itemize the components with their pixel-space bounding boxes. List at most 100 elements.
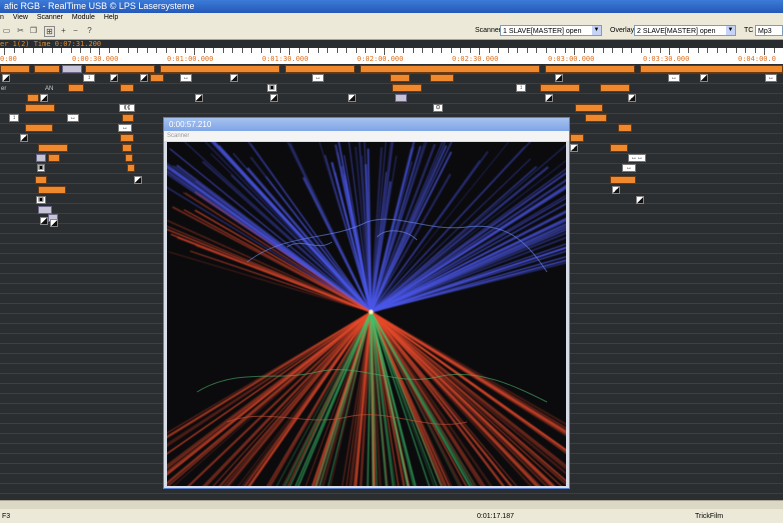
timeline-block[interactable]: ↔ [118, 124, 132, 132]
timeline-block[interactable] [150, 74, 164, 82]
transition-marker[interactable] [50, 219, 58, 227]
timeline-block[interactable]: ↔ [180, 74, 192, 82]
timeline-block[interactable] [575, 104, 603, 112]
transition-marker[interactable] [555, 74, 563, 82]
timeline-block[interactable] [27, 94, 39, 102]
timeline-block[interactable] [36, 154, 46, 162]
menu-item-module[interactable]: Module [72, 13, 95, 23]
timeline-block[interactable]: ⊙ [433, 104, 443, 112]
menu-item-view[interactable]: View [13, 13, 28, 23]
timeline-block[interactable]: ↔ [668, 74, 680, 82]
ruler-label: 0:01:00.000 [167, 55, 214, 63]
timeline-block[interactable] [120, 134, 134, 142]
timeline-block[interactable]: ⟪⟪ [119, 104, 135, 112]
transition-marker[interactable] [40, 217, 48, 225]
timeline-block[interactable]: ▣ [37, 164, 45, 172]
transition-marker[interactable] [140, 74, 148, 82]
ruler-tick [641, 48, 642, 53]
timeline-block[interactable] [122, 114, 134, 122]
transition-marker[interactable] [20, 134, 28, 142]
chevron-down-icon: ▼ [726, 26, 735, 35]
overlay-select[interactable]: 2 SLAVE[MASTER] open ▼ [634, 25, 736, 36]
timeline-block[interactable] [38, 144, 68, 152]
timeline-block[interactable] [122, 144, 132, 152]
transition-marker[interactable] [134, 176, 142, 184]
timeline-block[interactable]: ↔↔ [628, 154, 646, 162]
cut-icon[interactable]: ✂ [16, 26, 25, 35]
timeline-block[interactable] [360, 65, 540, 73]
timeline-block[interactable] [120, 84, 134, 92]
timeline-block[interactable] [285, 65, 355, 73]
transition-marker[interactable] [110, 74, 118, 82]
timeline-block[interactable] [585, 114, 607, 122]
timeline-block[interactable] [68, 84, 84, 92]
timeline-block[interactable] [430, 74, 454, 82]
timeline-block[interactable]: ↔ [67, 114, 79, 122]
transition-marker[interactable] [545, 94, 553, 102]
timeline-block[interactable] [610, 144, 628, 152]
timeline-block[interactable]: ▣ [36, 196, 46, 204]
transition-marker[interactable] [570, 144, 578, 152]
transition-marker[interactable] [700, 74, 708, 82]
timeline-block[interactable]: ↔ [765, 74, 777, 82]
help-icon[interactable]: ? [85, 26, 94, 35]
transition-marker[interactable] [612, 186, 620, 194]
menu-item-scanner[interactable]: Scanner [37, 13, 63, 23]
timeline-block[interactable] [38, 186, 66, 194]
ruler-tick [489, 48, 490, 53]
timeline-block[interactable] [570, 134, 584, 142]
timeline-block[interactable] [62, 65, 82, 73]
add-icon[interactable]: + [59, 26, 68, 35]
timeline-block[interactable]: ↕ [9, 114, 19, 122]
timeline-block[interactable] [540, 84, 580, 92]
transition-marker[interactable] [636, 196, 644, 204]
timeline-block[interactable] [127, 164, 135, 172]
timeline-block[interactable] [640, 65, 783, 73]
timeline-block[interactable]: ↔ [312, 74, 324, 82]
transition-marker[interactable] [2, 74, 10, 82]
transition-marker[interactable] [230, 74, 238, 82]
timeline-block[interactable] [48, 154, 60, 162]
position-slider[interactable] [0, 501, 783, 509]
open-icon[interactable]: ▭ [2, 26, 11, 35]
timeline-block[interactable] [25, 124, 53, 132]
timeline-block[interactable] [34, 65, 60, 73]
timeline-block[interactable] [390, 74, 410, 82]
timeline-block[interactable]: ↕ [83, 74, 95, 82]
timeline-block[interactable]: ▣ [267, 84, 277, 92]
ruler-tick [204, 48, 205, 53]
timeline-block[interactable] [618, 124, 632, 132]
menu-item-help[interactable]: Help [104, 13, 118, 23]
timeline-block[interactable] [160, 65, 280, 73]
transition-marker[interactable] [628, 94, 636, 102]
transition-marker[interactable] [40, 94, 48, 102]
timeline-block[interactable]: ↔ [622, 164, 636, 172]
ruler-tick [33, 48, 34, 53]
scanner-select[interactable]: 1 SLAVE[MASTER] open ▼ [500, 25, 602, 36]
timeline-block[interactable] [35, 176, 47, 184]
transition-marker[interactable] [195, 94, 203, 102]
transition-marker[interactable] [348, 94, 356, 102]
transition-marker[interactable] [270, 94, 278, 102]
grid-icon[interactable]: ⊞ [44, 26, 55, 37]
timeline-block[interactable] [25, 104, 55, 112]
timeline-block[interactable] [600, 84, 630, 92]
timeline-block[interactable] [392, 84, 422, 92]
copy-icon[interactable]: ❐ [29, 26, 38, 35]
remove-icon[interactable]: − [71, 26, 80, 35]
timeline-block[interactable] [0, 65, 30, 73]
timeline-block[interactable] [38, 206, 52, 214]
timeline-block[interactable] [85, 65, 155, 73]
tc-select[interactable]: Mp3 [755, 25, 783, 36]
scanner-window[interactable]: 0:00:57.210 Scanner [163, 117, 570, 489]
scanner-window-title[interactable]: 0:00:57.210 [164, 118, 569, 131]
menu-item-file[interactable]: n [0, 13, 4, 23]
timeline-block[interactable] [545, 65, 635, 73]
status-bar: F3 0:01:17.187 TrickFilm [0, 500, 783, 523]
timeline-block[interactable]: ↕ [516, 84, 526, 92]
timeline-block[interactable] [125, 154, 133, 162]
timeline-ruler[interactable]: 0:00 0:00:30.000 0:01:00.000 0:01:30.000… [0, 48, 783, 65]
timeline-block[interactable] [610, 176, 636, 184]
timeline-block[interactable] [395, 94, 407, 102]
ruler-tick [318, 48, 319, 53]
